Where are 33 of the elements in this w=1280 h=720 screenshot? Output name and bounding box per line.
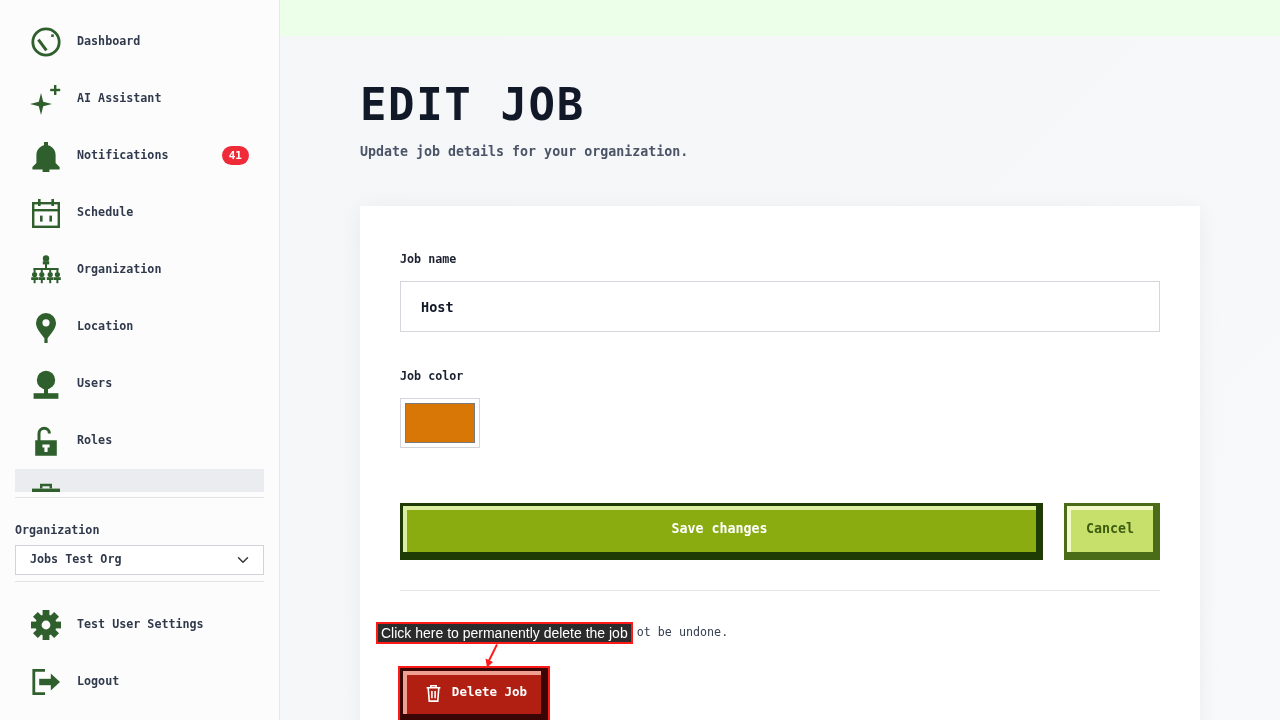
color-picker[interactable] bbox=[400, 398, 480, 448]
annotation-tooltip: Click here to permanently delete the job bbox=[376, 622, 633, 644]
delete-button[interactable]: Delete Job bbox=[400, 668, 548, 720]
nav-item[interactable]: Test User Settings bbox=[15, 596, 264, 653]
nav-item[interactable]: Roles bbox=[15, 412, 264, 469]
trash-icon bbox=[424, 683, 442, 702]
nav-item[interactable] bbox=[15, 469, 264, 492]
nav-item[interactable]: Dashboard bbox=[15, 13, 264, 70]
nav-item[interactable]: Logout bbox=[15, 653, 264, 710]
bell-icon bbox=[30, 139, 62, 172]
sparkle-icon bbox=[30, 82, 62, 115]
gauge-icon bbox=[30, 25, 62, 58]
cancel-button[interactable]: Cancel bbox=[1064, 503, 1160, 560]
page-subtitle: Update job details for your organization. bbox=[360, 143, 690, 161]
calendar-icon bbox=[30, 196, 62, 229]
page-title: EDIT JOB bbox=[360, 83, 586, 127]
warning-text: ot be undone. bbox=[636, 624, 729, 642]
organization-select[interactable]: Jobs Test Org bbox=[15, 545, 264, 575]
field-label: Job color bbox=[400, 368, 465, 384]
nav-item[interactable]: Location bbox=[15, 298, 264, 355]
nav-item[interactable]: Users bbox=[15, 355, 264, 412]
nav-item[interactable]: AI Assistant bbox=[15, 70, 264, 127]
notification-count: 41 bbox=[221, 146, 249, 165]
settings-icon bbox=[30, 608, 62, 641]
organization-label: Organization bbox=[15, 522, 101, 538]
org-chart-icon bbox=[30, 253, 62, 286]
briefcase-icon bbox=[30, 481, 62, 492]
field-label: Job name bbox=[400, 251, 458, 267]
nav-item[interactable]: Organization bbox=[15, 241, 264, 298]
text-field[interactable]: Host bbox=[400, 281, 1160, 332]
nav-item[interactable]: Notifications 41 bbox=[15, 127, 264, 184]
annotation-arrow bbox=[484, 644, 500, 668]
nav-item[interactable]: Schedule bbox=[15, 184, 264, 241]
